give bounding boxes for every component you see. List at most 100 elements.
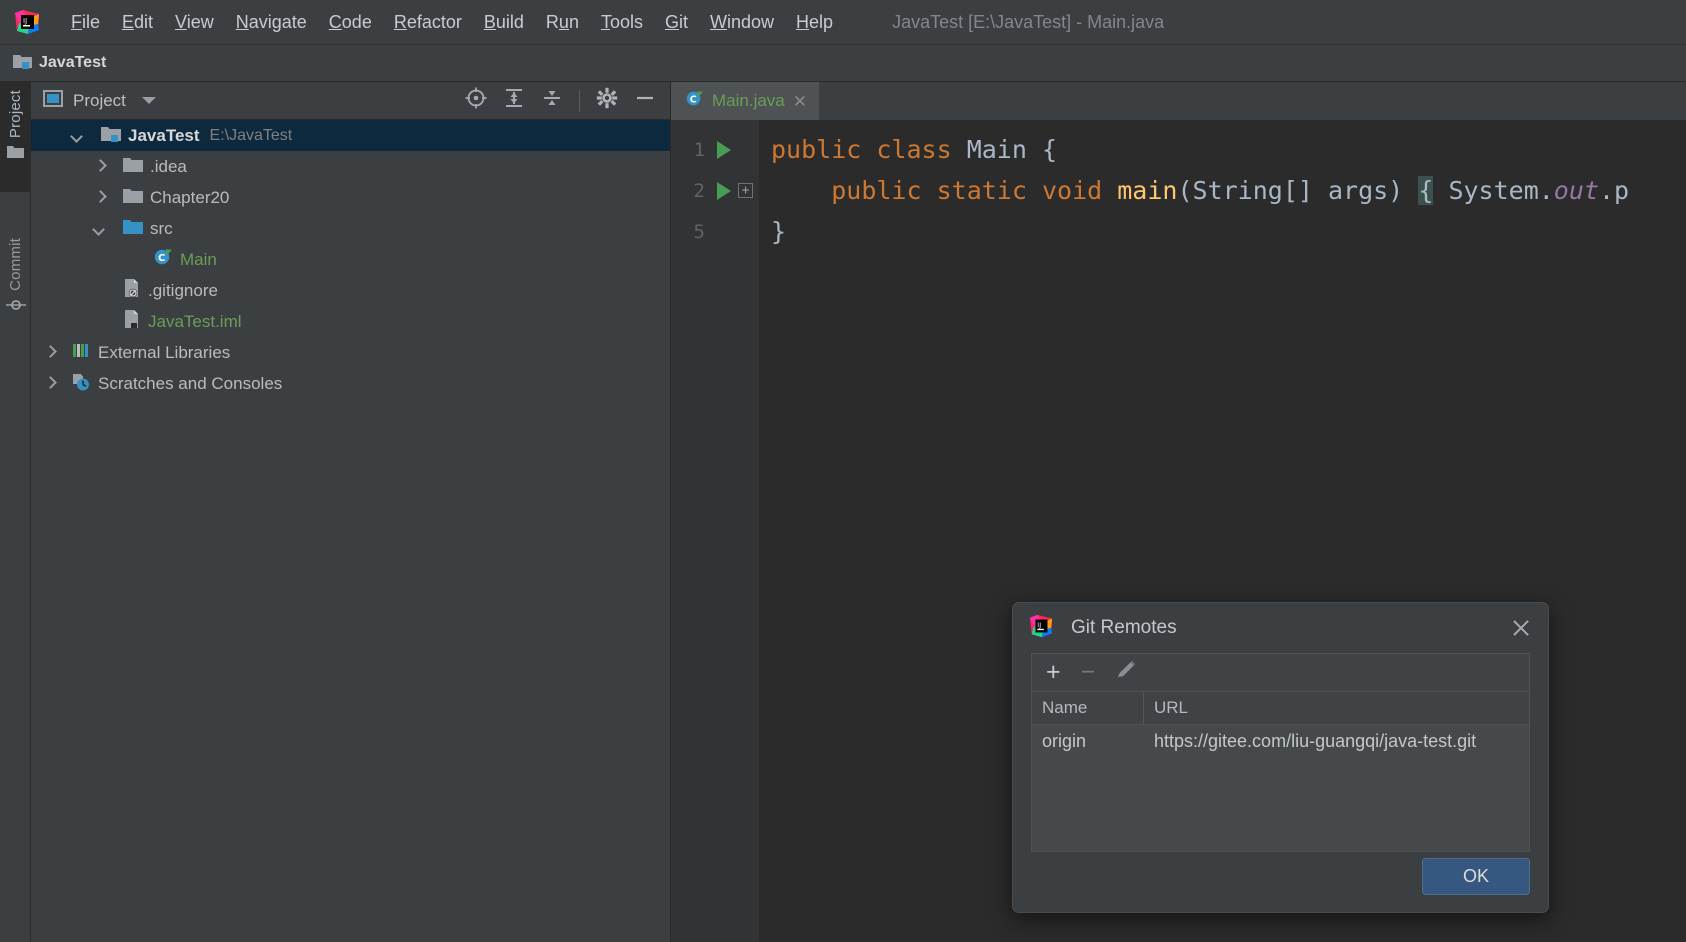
window-title: JavaTest [E:\JavaTest] - Main.java bbox=[892, 11, 1165, 32]
select-opened-file-icon[interactable] bbox=[465, 87, 487, 114]
menu-item-tools[interactable]: Tools bbox=[590, 9, 654, 36]
column-header-name[interactable]: Name bbox=[1032, 692, 1144, 724]
dialog-title: Git Remotes bbox=[1071, 617, 1177, 638]
editor-tab-bar: C Main.java ✕ bbox=[671, 82, 1686, 120]
gutter-row: 2 + bbox=[671, 170, 759, 211]
expand-all-icon[interactable] bbox=[503, 87, 525, 114]
stripe-button-commit[interactable]: Commit bbox=[0, 230, 31, 350]
tree-node-javatest[interactable]: JavaTest E:\JavaTest bbox=[31, 120, 670, 151]
menu-item-file[interactable]: File bbox=[60, 9, 111, 36]
gutter-row: 5 bbox=[671, 211, 759, 252]
folder-icon bbox=[123, 187, 143, 209]
breadcrumb-label: JavaTest bbox=[39, 54, 107, 71]
project-folder-icon bbox=[13, 53, 32, 74]
chevron-down-icon[interactable] bbox=[93, 222, 107, 236]
close-icon[interactable] bbox=[1508, 615, 1534, 641]
table-row[interactable]: origin https://gitee.com/liu-guangqi/jav… bbox=[1032, 725, 1529, 758]
tree-node-src[interactable]: src bbox=[31, 213, 670, 244]
token-tail: .p bbox=[1598, 176, 1630, 205]
pencil-icon[interactable] bbox=[1115, 659, 1137, 686]
dialog-title-bar: IJ Git Remotes bbox=[1013, 603, 1548, 653]
column-header-url[interactable]: URL bbox=[1144, 698, 1188, 718]
run-triangle-icon[interactable] bbox=[717, 181, 731, 200]
add-remote-button[interactable]: + bbox=[1046, 660, 1061, 685]
remove-remote-button[interactable]: − bbox=[1081, 660, 1096, 685]
tree-node-main[interactable]: C Main bbox=[31, 244, 670, 275]
chevron-right-icon[interactable] bbox=[93, 160, 107, 174]
token-keyword-public: public bbox=[831, 176, 922, 205]
menu-item-help[interactable]: Help bbox=[785, 9, 844, 36]
tree-node-label: .idea bbox=[150, 156, 187, 176]
editor-gutter: 1 2 + 5 bbox=[671, 120, 759, 942]
chevron-right-icon[interactable] bbox=[43, 346, 57, 360]
tree-node-scratches-and-consoles[interactable]: Scratches and Consoles bbox=[31, 368, 670, 399]
remotes-table-toolbar: + − bbox=[1032, 654, 1529, 692]
editor-tab-main-java[interactable]: C Main.java ✕ bbox=[671, 82, 820, 120]
token-keyword-static: static bbox=[936, 176, 1027, 205]
token-method-main: main bbox=[1117, 176, 1178, 205]
tree-node-idea[interactable]: .idea bbox=[31, 151, 670, 182]
run-triangle-icon[interactable] bbox=[717, 140, 731, 159]
breadcrumb[interactable]: JavaTest bbox=[13, 53, 106, 74]
tree-node-path: E:\JavaTest bbox=[209, 126, 293, 144]
dialog-body: + − Name URL origin https://gitee.com/li… bbox=[1013, 653, 1548, 852]
gitignore-file-icon bbox=[123, 278, 141, 303]
tree-node-label: src bbox=[150, 218, 173, 238]
token-brace-highlight: { bbox=[1418, 176, 1434, 205]
stripe-label-commit: Commit bbox=[7, 238, 24, 291]
menu-item-edit[interactable]: Edit bbox=[111, 9, 164, 36]
chevron-right-icon[interactable] bbox=[43, 377, 57, 391]
token-keyword-void: void bbox=[1041, 176, 1103, 205]
toolbar-divider bbox=[579, 89, 580, 112]
tree-node-label: JavaTest bbox=[128, 125, 200, 145]
stripe-label-project: Project bbox=[7, 90, 24, 139]
token-brace: { bbox=[1041, 135, 1058, 164]
collapse-all-icon[interactable] bbox=[541, 87, 563, 114]
tree-node-label: External Libraries bbox=[98, 342, 231, 362]
menu-item-git[interactable]: Git bbox=[654, 9, 699, 36]
cell-remote-url: https://gitee.com/liu-guangqi/java-test.… bbox=[1154, 731, 1477, 751]
chevron-down-icon[interactable] bbox=[71, 129, 85, 143]
fold-expand-icon[interactable]: + bbox=[738, 183, 753, 198]
java-class-icon: C bbox=[685, 89, 704, 113]
menu-item-window[interactable]: Window bbox=[699, 9, 785, 36]
menu-item-navigate[interactable]: Navigate bbox=[225, 9, 318, 36]
menu-item-view[interactable]: View bbox=[164, 9, 225, 36]
iml-file-icon bbox=[123, 309, 141, 334]
project-tree: JavaTest E:\JavaTest .idea Chapter20 src… bbox=[31, 120, 670, 399]
token-close-brace: } bbox=[771, 217, 787, 246]
source-folder-icon bbox=[123, 218, 143, 240]
hide-icon[interactable] bbox=[634, 87, 656, 114]
gutter-row: 1 bbox=[671, 129, 759, 170]
gear-icon[interactable] bbox=[596, 87, 618, 114]
token-keyword-class: class bbox=[876, 135, 952, 164]
intellij-idea-logo-icon: IJ bbox=[1029, 614, 1053, 643]
menu-item-build[interactable]: Build bbox=[473, 9, 535, 36]
project-tool-window: Project JavaTest E:\JavaTest .idea Chapt… bbox=[31, 82, 671, 942]
stripe-button-project[interactable]: Project bbox=[0, 82, 31, 192]
remotes-table-header: Name URL bbox=[1032, 692, 1529, 725]
svg-text:C: C bbox=[690, 94, 697, 105]
tree-node-label: Chapter20 bbox=[150, 187, 230, 207]
menu-bar: IJ File Edit View Navigate Code Refactor… bbox=[0, 0, 1686, 45]
tree-node-javatest-iml[interactable]: JavaTest.iml bbox=[31, 306, 670, 337]
token-field-out: out bbox=[1553, 176, 1599, 205]
java-class-icon: C bbox=[153, 247, 173, 272]
scratches-icon bbox=[71, 372, 91, 396]
menu-item-refactor[interactable]: Refactor bbox=[383, 9, 473, 36]
tree-node-gitignore[interactable]: .gitignore bbox=[31, 275, 670, 306]
chevron-down-icon[interactable] bbox=[141, 97, 156, 104]
cell-remote-name: origin bbox=[1042, 731, 1087, 751]
chevron-right-icon[interactable] bbox=[93, 191, 107, 205]
token-params: (String[] args) bbox=[1177, 176, 1404, 205]
menu-item-run[interactable]: Run bbox=[535, 9, 590, 36]
tree-node-external-libraries[interactable]: External Libraries bbox=[31, 337, 670, 368]
ok-button[interactable]: OK bbox=[1422, 858, 1530, 895]
menu-item-code[interactable]: Code bbox=[318, 9, 383, 36]
intellij-idea-logo-icon: IJ bbox=[14, 9, 40, 35]
tree-node-chapter20[interactable]: Chapter20 bbox=[31, 182, 670, 213]
tree-node-label: Scratches and Consoles bbox=[98, 373, 283, 393]
close-icon[interactable]: ✕ bbox=[793, 93, 807, 110]
tree-node-label: .gitignore bbox=[148, 280, 218, 300]
project-panel-actions bbox=[465, 87, 660, 114]
